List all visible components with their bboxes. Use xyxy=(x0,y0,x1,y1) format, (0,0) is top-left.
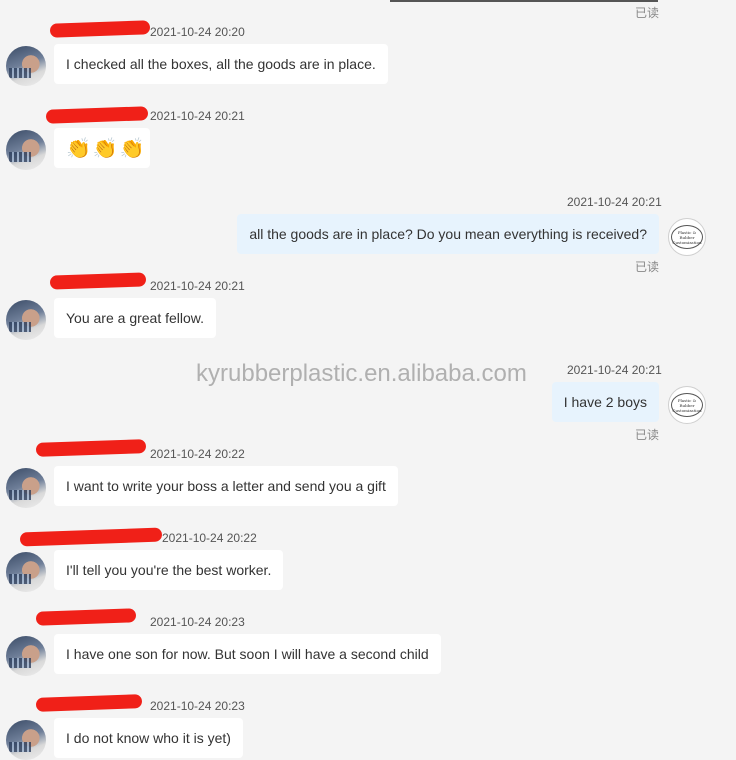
message-bubble[interactable]: I have 2 boys xyxy=(551,382,659,422)
message-bubble[interactable]: You are a great fellow. xyxy=(54,298,217,338)
sender-avatar[interactable] xyxy=(6,46,46,86)
previous-message-edge xyxy=(390,0,658,2)
message-bubble[interactable]: I'll tell you you're the best worker. xyxy=(54,550,284,590)
company-logo-icon: Plastic & Rubber Customization xyxy=(671,225,703,249)
message-timestamp: 2021-10-24 20:22 xyxy=(150,447,245,461)
chat-history[interactable]: 已读 2021-10-24 20:20 I checked all the bo… xyxy=(0,0,736,760)
watermark: kyrubberplastic.en.alibaba.com xyxy=(196,360,527,387)
message-bubble[interactable]: I checked all the boxes, all the goods a… xyxy=(54,44,388,84)
sender-avatar[interactable] xyxy=(6,552,46,592)
message-bubble[interactable]: I want to write your boss a letter and s… xyxy=(54,466,398,506)
clap-emoji-message[interactable]: 👏👏👏 xyxy=(54,128,150,168)
message-timestamp: 2021-10-24 20:21 xyxy=(567,363,662,377)
message-timestamp: 2021-10-24 20:21 xyxy=(150,279,245,293)
sender-avatar[interactable] xyxy=(6,130,46,170)
message-timestamp: 2021-10-24 20:23 xyxy=(150,699,245,713)
redacted-sender-name xyxy=(49,20,151,38)
sender-avatar[interactable] xyxy=(6,468,46,508)
read-receipt: 已读 xyxy=(635,428,660,442)
sender-avatar[interactable] xyxy=(6,720,46,760)
message-bubble[interactable]: I have one son for now. But soon I will … xyxy=(54,634,441,674)
company-logo-icon: Plastic & Rubber Customization xyxy=(671,393,703,417)
message-bubble[interactable]: I do not know who it is yet) xyxy=(54,718,243,758)
redacted-sender-name xyxy=(49,272,147,290)
message-timestamp: 2021-10-24 20:23 xyxy=(150,615,245,629)
redacted-sender-name xyxy=(19,527,163,547)
sender-avatar[interactable] xyxy=(6,300,46,340)
sender-avatar[interactable] xyxy=(6,636,46,676)
redacted-sender-name xyxy=(35,694,143,712)
redacted-sender-name xyxy=(35,608,137,626)
message-timestamp: 2021-10-24 20:22 xyxy=(162,531,257,545)
my-avatar[interactable]: Plastic & Rubber Customization xyxy=(668,218,706,256)
my-avatar[interactable]: Plastic & Rubber Customization xyxy=(668,386,706,424)
read-receipt: 已读 xyxy=(635,6,660,20)
message-timestamp: 2021-10-24 20:21 xyxy=(150,109,245,123)
redacted-sender-name xyxy=(35,439,147,457)
message-timestamp: 2021-10-24 20:21 xyxy=(567,195,662,209)
message-timestamp: 2021-10-24 20:20 xyxy=(150,25,245,39)
redacted-sender-name xyxy=(45,106,149,124)
read-receipt: 已读 xyxy=(635,260,660,274)
message-bubble[interactable]: all the goods are in place? Do you mean … xyxy=(237,214,659,254)
